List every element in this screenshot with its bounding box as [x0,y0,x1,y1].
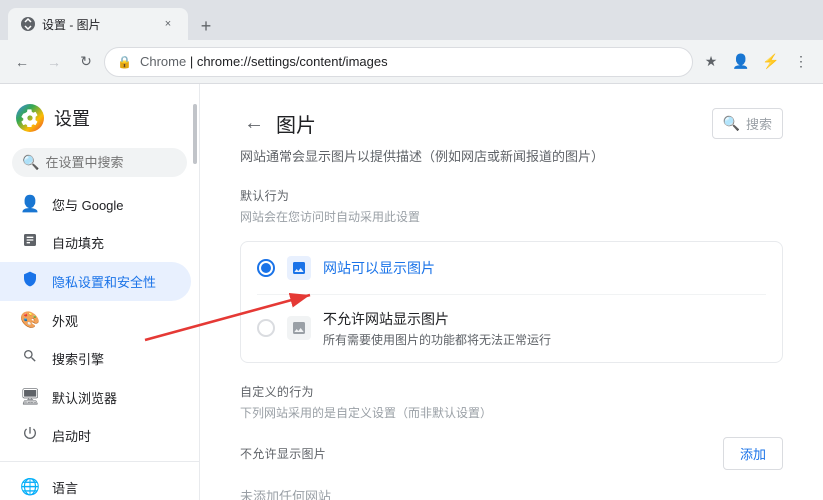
custom-section: 自定义的行为 下列网站采用的是自定义设置（而非默认设置） 不允许显示图片 添加 … [240,383,783,500]
page-header: ← 图片 🔍 搜索 [240,108,783,139]
block-section-label: 不允许显示图片 [240,445,326,462]
radio-allow-button[interactable] [257,259,275,277]
default-behavior-label: 默认行为 [240,187,783,204]
sidebar-item-search[interactable]: 搜索引擎 [0,339,191,378]
new-tab-button[interactable]: + [192,12,220,40]
nav-extra-buttons: ★ 👤 ⚡ ⋮ [697,48,815,76]
menu-button[interactable]: ⋮ [787,48,815,76]
block-images-icon [287,316,311,340]
startup-icon [20,425,40,446]
allow-images-content: 网站可以显示图片 [323,258,766,278]
sidebar-item-autofill[interactable]: 自动填充 [0,223,191,262]
sidebar-label-language: 语言 [52,478,78,497]
default-behavior-sublabel: 网站会在您访问时自动采用此设置 [240,208,783,225]
custom-behavior-label: 自定义的行为 [240,383,783,400]
page-description: 网站通常会显示图片以提供描述（例如网店或新闻报道的图片） [240,147,783,167]
address-separator: | [190,54,197,69]
sidebar-label-search: 搜索引擎 [52,349,104,368]
allow-images-title: 网站可以显示图片 [323,258,766,278]
privacy-icon [20,271,40,292]
browser-window: 设置 - 图片 × + ← → ↻ 🔒 Chrome | chrome://se… [0,0,823,500]
profile-button[interactable]: 👤 [727,48,755,76]
sidebar-search-icon: 🔍 [22,154,39,171]
user-icon: 👤 [20,194,40,214]
language-icon: 🌐 [20,477,40,497]
sidebar-item-google[interactable]: 👤 您与 Google [0,185,191,223]
sidebar-divider [0,461,199,462]
settings-search-box[interactable]: 🔍 搜索 [712,108,783,139]
scroll-indicator [193,104,197,164]
sidebar-search-input[interactable] [45,155,200,170]
lock-icon: 🔒 [117,55,132,69]
sidebar-label-appearance: 外观 [52,311,78,330]
navigation-bar: ← → ↻ 🔒 Chrome | chrome://settings/conte… [0,40,823,84]
address-text: Chrome | chrome://settings/content/image… [140,54,680,69]
autofill-icon [20,232,40,253]
forward-button[interactable]: → [40,48,68,76]
block-images-desc: 所有需要使用图片的功能都将无法正常运行 [323,331,766,348]
sidebar-item-browser[interactable]: 🖥 默认浏览器 [0,378,191,416]
sidebar-label-privacy: 隐私设置和安全性 [52,272,156,291]
sidebar-item-language[interactable]: 🌐 语言 [0,468,191,500]
settings-search-icon: 🔍 [723,115,740,132]
radio-block-button[interactable] [257,319,275,337]
sidebar-label-startup: 启动时 [52,426,91,445]
sidebar-search[interactable]: 🔍 [12,148,187,177]
sidebar-item-privacy[interactable]: 隐私设置和安全性 [0,262,191,301]
reload-button[interactable]: ↻ [72,48,100,76]
extensions-button[interactable]: ⚡ [757,48,785,76]
page-back-button[interactable]: ← [240,110,268,138]
radio-option-block[interactable]: 不允许网站显示图片 所有需要使用图片的功能都将无法正常运行 [257,295,766,362]
sidebar-item-appearance[interactable]: 🎨 外观 [0,301,191,339]
settings-content: ← 图片 🔍 搜索 网站通常会显示图片以提供描述（例如网店或新闻报道的图片） 默… [200,84,823,500]
default-browser-icon: 🖥 [20,387,40,407]
block-section-header: 不允许显示图片 添加 [240,437,783,470]
settings-logo [16,104,44,132]
address-path: chrome://settings/content/images [197,54,388,69]
page-header-left: ← 图片 [240,109,316,138]
chrome-label: Chrome [140,54,186,69]
sidebar-item-startup[interactable]: 启动时 [0,416,191,455]
bookmarks-button[interactable]: ★ [697,48,725,76]
browser-content: 设置 🔍 👤 您与 Google 自动填充 隐私设置和安全性 [0,84,823,500]
tab-bar: 设置 - 图片 × + [0,0,823,40]
add-button[interactable]: 添加 [723,437,783,470]
active-tab[interactable]: 设置 - 图片 × [8,8,188,40]
sidebar-title: 设置 [54,105,90,131]
tab-title: 设置 - 图片 [42,16,154,33]
search-engine-icon [20,348,40,369]
custom-behavior-sublabel: 下列网站采用的是自定义设置（而非默认设置） [240,404,783,421]
radio-options-container: 网站可以显示图片 不允许网站显示图片 所有需要使用图片的功能都将无法正常运行 [240,241,783,363]
sidebar-header: 设置 [0,92,199,144]
back-button[interactable]: ← [8,48,36,76]
settings-search-text: 搜索 [746,114,772,133]
tab-favicon [20,16,36,32]
block-images-title: 不允许网站显示图片 [323,309,766,329]
sidebar-label-autofill: 自动填充 [52,233,104,252]
sidebar-label-google: 您与 Google [52,195,124,214]
sidebar-label-browser: 默认浏览器 [52,388,117,407]
allow-images-icon [287,256,311,280]
radio-option-allow[interactable]: 网站可以显示图片 [257,242,766,295]
tab-close-button[interactable]: × [160,16,176,32]
block-images-content: 不允许网站显示图片 所有需要使用图片的功能都将无法正常运行 [323,309,766,348]
page-title: 图片 [276,109,316,138]
address-bar[interactable]: 🔒 Chrome | chrome://settings/content/ima… [104,47,693,77]
settings-inner: ← 图片 🔍 搜索 网站通常会显示图片以提供描述（例如网店或新闻报道的图片） 默… [200,84,823,500]
empty-sites-text: 未添加任何网站 [240,478,783,500]
appearance-icon: 🎨 [20,310,40,330]
sidebar: 设置 🔍 👤 您与 Google 自动填充 隐私设置和安全性 [0,84,200,500]
